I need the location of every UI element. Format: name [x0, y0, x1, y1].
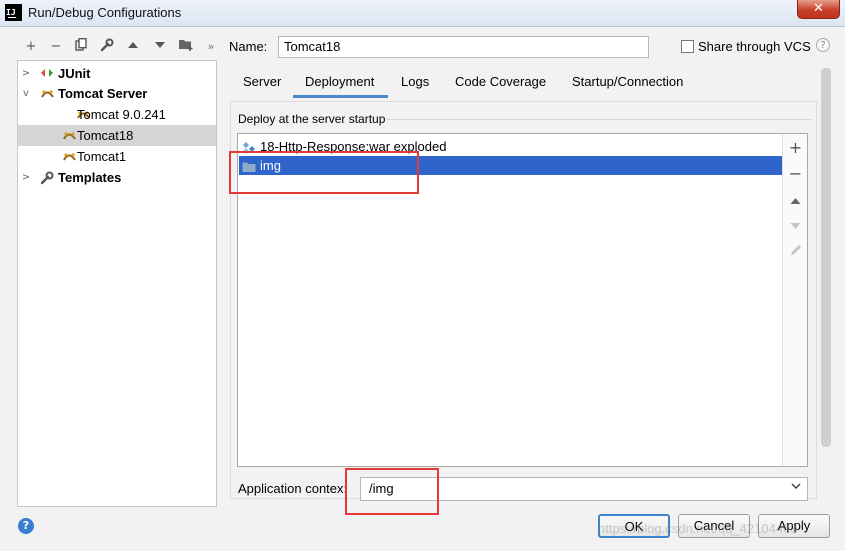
copy-icon[interactable]	[72, 37, 90, 56]
tab-startup-connection[interactable]: Startup/Connection	[572, 73, 683, 98]
tomcat-icon	[62, 150, 76, 163]
chevron-right-icon[interactable]: >	[20, 63, 32, 84]
junit-icon	[40, 67, 54, 80]
section-divider	[387, 119, 811, 120]
tree-label: JUnit	[58, 66, 91, 81]
watermark: https://blog.csdn.net/qq_42104463	[598, 521, 798, 536]
tree-label: Tomcat 9.0.241	[77, 107, 166, 122]
tree-label: Templates	[58, 170, 122, 185]
chevron-right-icon[interactable]: >	[20, 167, 32, 188]
tree-label: Tomcat1	[77, 149, 127, 164]
title-bar: IJ Run/Debug Configurations ✕	[0, 0, 845, 27]
tree-item-templates[interactable]: > Templates	[18, 167, 216, 188]
tomcat-icon	[40, 87, 54, 100]
tab-deployment[interactable]: Deployment	[293, 73, 388, 98]
list-toolbar: + −	[782, 134, 807, 466]
tab-server[interactable]: Server	[243, 73, 281, 98]
share-vcs-label[interactable]: Share through VCS	[698, 39, 811, 54]
chevron-down-icon[interactable]	[791, 481, 801, 493]
plus-icon[interactable]: +	[22, 38, 40, 56]
tree-item-tomcat18[interactable]: Tomcat18	[18, 125, 216, 146]
tab-logs[interactable]: Logs	[401, 73, 429, 98]
chevron-down-icon[interactable]: v	[20, 83, 32, 104]
folder-add-icon[interactable]	[177, 38, 195, 56]
tab-code-coverage[interactable]: Code Coverage	[455, 73, 546, 98]
wrench-icon[interactable]	[98, 38, 116, 56]
tree-label: Tomcat Server	[58, 86, 148, 101]
arrow-up-icon[interactable]	[124, 38, 142, 56]
move-up-icon[interactable]	[783, 189, 808, 213]
tree-item-tomcat-server[interactable]: v Tomcat Server	[18, 83, 216, 104]
remove-icon[interactable]: −	[783, 162, 808, 186]
help-icon[interactable]: ?	[816, 38, 830, 52]
configuration-tree: > JUnit v Tomcat Server Tomcat 9.0.241 T…	[17, 60, 217, 507]
intellij-icon: IJ	[5, 4, 22, 21]
window-title: Run/Debug Configurations	[28, 5, 182, 20]
add-icon[interactable]: +	[783, 136, 808, 160]
help-icon[interactable]: ?	[18, 518, 34, 534]
highlight-box	[345, 468, 439, 515]
name-label: Name:	[229, 39, 268, 54]
name-input[interactable]: Tomcat18	[278, 36, 649, 58]
close-button[interactable]: ✕	[797, 0, 840, 19]
arrow-down-icon[interactable]	[151, 38, 169, 56]
tree-item-tomcat-9[interactable]: Tomcat 9.0.241	[18, 104, 216, 125]
share-vcs-checkbox[interactable]	[681, 40, 694, 53]
minus-icon[interactable]: −	[47, 38, 65, 56]
move-down-icon[interactable]	[783, 214, 808, 238]
application-context-label: Application contex:	[238, 481, 348, 496]
tree-label: Tomcat18	[77, 128, 134, 143]
highlight-box	[229, 151, 419, 194]
panel-scrollbar[interactable]	[821, 68, 831, 447]
edit-icon[interactable]	[783, 240, 808, 264]
tree-item-tomcat1[interactable]: Tomcat1	[18, 146, 216, 167]
wrench-icon	[40, 171, 54, 185]
deploy-section-title: Deploy at the server startup	[238, 112, 386, 126]
more-icon[interactable]: »	[202, 38, 220, 56]
tomcat-icon	[62, 129, 76, 142]
tree-item-junit[interactable]: > JUnit	[18, 63, 216, 84]
